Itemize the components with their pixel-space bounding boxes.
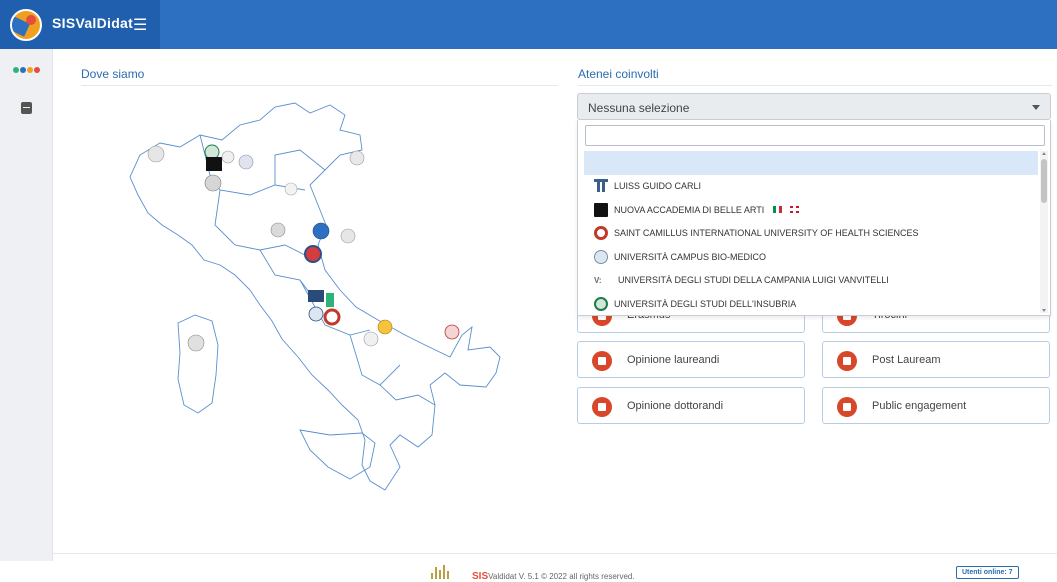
database-icon[interactable] <box>21 102 32 114</box>
map-marker[interactable] <box>304 245 322 263</box>
red-ring-logo-icon <box>594 226 608 241</box>
chart-bars-icon <box>431 565 453 579</box>
option-label: SAINT CAMILLUS INTERNATIONAL UNIVERSITY … <box>614 228 919 239</box>
green-seal-icon <box>594 296 608 311</box>
card-label: Opinione laureandi <box>627 354 720 366</box>
map-marker[interactable] <box>187 334 205 352</box>
map-marker[interactable] <box>147 145 165 163</box>
dropdown-options: LUISS GUIDO CARLI NUOVA ACCADEMIA DI BEL… <box>584 151 1038 315</box>
map-marker[interactable] <box>284 182 298 196</box>
atenei-divider <box>578 85 1052 86</box>
card-label: Public engagement <box>872 400 967 412</box>
map-marker[interactable] <box>221 150 235 164</box>
map-marker[interactable] <box>270 222 286 238</box>
atenei-select[interactable]: Nessuna selezione <box>577 93 1051 120</box>
card-opinione-dottorandi[interactable]: Opinione dottorandi <box>577 387 805 424</box>
map-marker[interactable] <box>312 222 330 240</box>
scroll-thumb[interactable] <box>1041 159 1047 203</box>
dot-red <box>34 67 40 73</box>
card-opinione-laureandi[interactable]: Opinione laureandi <box>577 341 805 378</box>
italy-map <box>129 102 501 491</box>
online-users-badge[interactable]: Utenti online: 7 <box>956 566 1019 579</box>
option-label: NUOVA ACCADEMIA DI BELLE ARTI <box>614 204 765 215</box>
map-section-title: Dove siamo <box>81 67 145 81</box>
option-label: UNIVERSITÀ DEGLI STUDI DELL'INSUBRIA <box>614 298 797 309</box>
brand-area: SISValDidat ☰ <box>0 0 160 49</box>
graduation-cap-icon <box>592 351 612 371</box>
select-value: Nessuna selezione <box>588 101 690 115</box>
card-public-engagement[interactable]: Public engagement <box>822 387 1050 424</box>
colored-dots-icon[interactable] <box>13 67 40 73</box>
map-marker[interactable] <box>377 319 393 335</box>
app-logo[interactable] <box>10 9 42 41</box>
building-icon <box>837 351 857 371</box>
public-engagement-icon <box>837 397 857 417</box>
map-marker[interactable] <box>204 144 220 160</box>
v-text-logo: V: <box>594 275 602 285</box>
dropdown-option[interactable]: SAINT CAMILLUS INTERNATIONAL UNIVERSITY … <box>584 222 1038 246</box>
footer-copyright: © 2022 all rights reserved. <box>541 572 635 581</box>
uk-flag-icon <box>790 206 800 214</box>
map-marker[interactable] <box>308 290 324 302</box>
dropdown-search-input[interactable] <box>585 125 1045 146</box>
card-post-lauream[interactable]: Post Lauream <box>822 341 1050 378</box>
blue-seal-icon <box>594 249 608 264</box>
option-label: UNIVERSITÀ DEGLI STUDI DELLA CAMPANIA LU… <box>618 275 889 286</box>
hamburger-icon[interactable]: ☰ <box>133 15 147 35</box>
map-marker[interactable] <box>444 324 460 340</box>
chevron-down-icon[interactable] <box>1032 105 1040 110</box>
dot-green <box>13 67 19 73</box>
dropdown-option[interactable]: UNIVERSITÀ DEGLI STUDI DELL'INSUBRIA <box>584 292 1038 316</box>
footer-brand-sis: SIS <box>472 571 489 582</box>
dot-orange <box>27 67 33 73</box>
option-label: LUISS GUIDO CARLI <box>614 181 702 192</box>
left-sidebar <box>0 49 53 561</box>
map-marker[interactable] <box>349 150 365 166</box>
option-label: UNIVERSITÀ CAMPUS BIO-MEDICO <box>614 251 767 262</box>
black-square-logo-icon <box>594 202 608 217</box>
map-marker[interactable] <box>204 174 222 192</box>
map-marker[interactable] <box>323 308 341 326</box>
footer-version: V. 5.1 <box>518 572 539 581</box>
dot-blue <box>20 67 26 73</box>
dropdown-option[interactable] <box>584 151 1038 175</box>
atenei-section-title: Atenei coinvolti <box>578 67 659 81</box>
map-divider <box>81 85 558 86</box>
map-marker[interactable] <box>238 154 254 170</box>
app-title[interactable]: SISValDidat <box>52 15 133 31</box>
scroll-up-icon[interactable] <box>1042 152 1046 155</box>
atenei-dropdown: LUISS GUIDO CARLI NUOVA ACCADEMIA DI BEL… <box>577 120 1051 316</box>
italy-flag-icon <box>773 206 783 214</box>
card-label: Post Lauream <box>872 354 941 366</box>
map-marker[interactable] <box>340 228 356 244</box>
dropdown-option[interactable]: UNIVERSITÀ CAMPUS BIO-MEDICO <box>584 245 1038 269</box>
footer-text: SISValdidat V. 5.1 © 2022 all rights res… <box>472 571 635 582</box>
top-navbar: SISValDidat ☰ <box>0 0 1057 49</box>
dropdown-scrollbar[interactable] <box>1040 151 1048 313</box>
dropdown-option[interactable]: LUISS GUIDO CARLI <box>584 175 1038 199</box>
dropdown-option[interactable]: V: UNIVERSITÀ DEGLI STUDI DELLA CAMPANIA… <box>584 269 1038 293</box>
column-logo-icon <box>594 179 608 194</box>
map-marker[interactable] <box>308 306 324 322</box>
document-icon <box>592 397 612 417</box>
map-marker[interactable] <box>206 157 222 171</box>
footer: SISValdidat V. 5.1 © 2022 all rights res… <box>53 553 1057 582</box>
footer-brand-rest: Valdidat <box>488 572 517 581</box>
map-marker[interactable] <box>326 293 334 307</box>
scroll-down-icon[interactable] <box>1042 309 1046 312</box>
map-marker[interactable] <box>363 331 379 347</box>
dropdown-option[interactable]: NUOVA ACCADEMIA DI BELLE ARTI <box>584 198 1038 222</box>
card-label: Opinione dottorandi <box>627 400 724 412</box>
